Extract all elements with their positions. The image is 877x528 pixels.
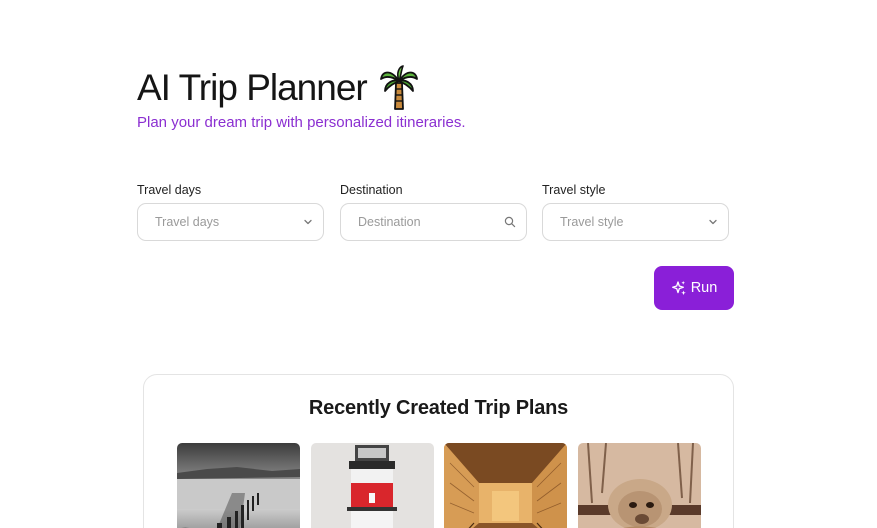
recent-trip-plans-card: Recently Created Trip Plans [143, 374, 734, 528]
page-title: AI Trip Planner [137, 67, 368, 108]
trip-plan-thumbnail[interactable] [177, 443, 300, 528]
travel-style-select[interactable]: Travel style [542, 203, 729, 241]
trip-plan-thumbnail[interactable] [578, 443, 701, 528]
travel-days-field: Travel days Travel days [137, 182, 324, 241]
recent-trip-plans-title: Recently Created Trip Plans [308, 397, 569, 419]
alpaca-photo [578, 443, 701, 528]
destination-field: Destination Destination [340, 182, 527, 241]
pier-posts-photo [177, 443, 300, 528]
page-subtitle: Plan your dream trip with personalized i… [137, 114, 466, 131]
chevron-down-icon [303, 217, 313, 227]
sparkle-icon [671, 280, 687, 296]
palm-tree-icon [379, 65, 419, 111]
run-button-label: Run [690, 280, 718, 296]
chevron-down-icon [708, 217, 718, 227]
destination-placeholder: Destination [358, 215, 421, 229]
travel-days-label: Travel days [137, 183, 202, 197]
travel-style-field: Travel style Travel style [542, 182, 729, 241]
tomb-corridor-photo [444, 443, 567, 528]
travel-style-label: Travel style [542, 183, 606, 197]
search-icon [504, 216, 516, 228]
trip-planner-page: AI Trip Planner Plan your dream trip wit… [0, 0, 877, 528]
destination-input[interactable]: Destination [340, 203, 527, 241]
travel-days-select[interactable]: Travel days [137, 203, 324, 241]
travel-style-placeholder: Travel style [560, 215, 624, 229]
page-header: AI Trip Planner [137, 64, 419, 112]
destination-label: Destination [340, 183, 403, 197]
travel-days-placeholder: Travel days [155, 215, 220, 229]
trip-plan-thumbnail[interactable] [444, 443, 567, 528]
trip-plan-thumbnail[interactable] [311, 443, 434, 528]
lighthouse-photo [311, 443, 434, 528]
run-button[interactable]: Run [654, 266, 734, 310]
